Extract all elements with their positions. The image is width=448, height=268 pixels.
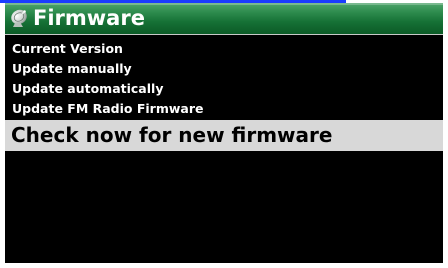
menu-item-update-fm-radio-firmware[interactable]: Update FM Radio Firmware (5, 99, 443, 119)
firmware-menu: Current Version Update manually Update a… (5, 39, 443, 151)
title-separator (5, 34, 443, 35)
menu-item-current-version[interactable]: Current Version (5, 39, 443, 59)
page-title: Firmware (33, 6, 145, 30)
title-bar: Firmware (5, 3, 443, 34)
menu-item-update-manually[interactable]: Update manually (5, 59, 443, 79)
firmware-screen: Firmware Current Version Update manually… (5, 3, 443, 263)
menu-item-update-automatically[interactable]: Update automatically (5, 79, 443, 99)
satellite-dish-icon (11, 9, 27, 27)
menu-item-check-now-for-new-firmware[interactable]: Check now for new firmware (5, 120, 443, 151)
